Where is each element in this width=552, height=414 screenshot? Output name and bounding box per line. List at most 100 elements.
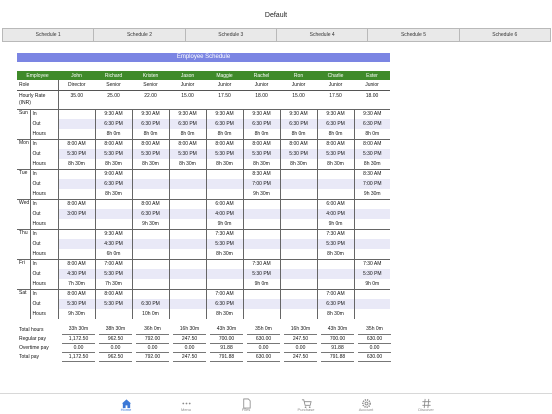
time-cell	[168, 198, 207, 209]
nav-home[interactable]: Home	[96, 394, 156, 414]
day-label: Wed	[17, 198, 31, 229]
tab-schedule-6[interactable]: Schedule 6	[460, 29, 550, 41]
time-cell: 5:30 PM	[316, 149, 355, 159]
time-cell	[168, 288, 207, 299]
day-label: Sun	[17, 108, 31, 139]
row-label: Hours	[32, 311, 46, 317]
time-cell	[279, 168, 318, 179]
title-bar: Default	[0, 0, 552, 28]
schedule-row: Mon In 8:00 AM 8:00 AM 8:00 AM 8:00 AM 8:00 AM…	[17, 138, 391, 169]
time-cell: 8h 30m	[242, 159, 281, 169]
time-cell: 9:30 AM	[353, 108, 391, 119]
rate-label: Hourly Rate (INR)	[17, 90, 59, 109]
tab-schedule-2[interactable]: Schedule 2	[94, 29, 186, 41]
employee-role: Senior	[95, 80, 133, 91]
tab-schedule-5[interactable]: Schedule 5	[368, 29, 460, 41]
time-cell: 8:00 AM	[131, 198, 170, 209]
time-cell	[279, 239, 318, 249]
tab-schedule-3[interactable]: Schedule 3	[186, 29, 277, 41]
time-cell	[131, 179, 170, 189]
employee-role: Director	[58, 80, 96, 91]
time-cell	[242, 309, 281, 319]
time-cell: 10h 0m	[131, 309, 170, 319]
time-cell	[353, 209, 391, 219]
time-cell	[242, 299, 281, 309]
time-cell	[57, 228, 96, 239]
time-cell: 8h 0m	[205, 129, 244, 139]
totals-value: 0.00	[136, 343, 169, 353]
time-cell: 5:30 PM	[205, 149, 244, 159]
time-cell	[316, 279, 355, 289]
time-cell: 6:30 PM	[131, 209, 170, 219]
time-cell	[57, 179, 96, 189]
time-cell: 7:00 PM	[242, 179, 281, 189]
time-cell: 9:30 AM	[168, 108, 207, 119]
time-cell: 9h 0m	[242, 279, 281, 289]
time-cell: 9:30 AM	[205, 108, 244, 119]
employee-rate: 35.00	[70, 92, 84, 99]
time-cell: 6:30 PM	[94, 179, 133, 189]
employee-role: Junior	[354, 80, 391, 91]
time-cell	[131, 279, 170, 289]
time-cell: 8h 30m	[94, 159, 133, 169]
time-cell	[279, 258, 318, 269]
time-cell	[353, 309, 391, 319]
time-cell: 6:00 AM	[205, 198, 244, 209]
time-cell: 8:00 AM	[57, 138, 96, 149]
time-cell: 9:30 AM	[242, 108, 281, 119]
schedule-row: Hours 7h 30m 7h 30m 9h 0m 9h 0m	[17, 279, 391, 289]
totals-label: Total pay	[19, 353, 40, 360]
time-cell: 6:30 PM	[168, 119, 207, 129]
totals-value: 630.00	[247, 352, 280, 362]
nav-purchase-label: Purchase	[297, 407, 315, 412]
sheet-banner: Employee Schedule	[17, 53, 390, 62]
nav-purchase[interactable]: Purchase	[276, 394, 336, 414]
time-cell	[316, 168, 355, 179]
rate-row: Hourly Rate (INR) 35.00 25.00 22.00 15.00 17.…	[17, 90, 390, 109]
row-label: In	[30, 228, 59, 239]
time-cell: 8:00 AM	[57, 198, 96, 209]
time-cell	[131, 189, 170, 199]
schedule-row: Tue In 9:00 AM 8:30 AM 8:30 AM	[17, 168, 391, 199]
time-cell: 4:00 PM	[316, 209, 355, 219]
time-cell: 8h 30m	[168, 159, 207, 169]
totals-value: 630.00	[247, 334, 280, 344]
time-cell: 8h 0m	[168, 129, 207, 139]
totals-value: 35h 0m	[247, 325, 280, 335]
cart-icon	[276, 396, 336, 408]
time-cell	[242, 198, 281, 209]
tab-schedule-4[interactable]: Schedule 4	[277, 29, 369, 41]
time-cell	[94, 198, 133, 209]
hash-icon	[396, 396, 456, 409]
employee-role: Junior	[317, 80, 355, 91]
totals-label: Total hours	[19, 326, 44, 333]
time-cell	[168, 299, 207, 309]
nav-home-label: Home	[120, 407, 132, 412]
time-cell	[57, 129, 96, 139]
nav-menu-label: Menu	[180, 407, 191, 412]
time-cell: 5:30 PM	[316, 239, 355, 249]
nav-files[interactable]: Files	[216, 394, 276, 414]
totals-row: Regular pay 1,172.50 962.50 792.00 247.50 700…	[17, 334, 395, 344]
employee-name: Ester	[354, 71, 391, 80]
totals-value: 16h 30m	[284, 325, 317, 335]
schedule-row: Thu In 9:30 AM 7:30 AM 7:30 AM	[17, 228, 391, 259]
row-label: Out	[32, 241, 41, 247]
time-cell: 5:30 PM	[94, 149, 133, 159]
employee-role: Junior	[169, 80, 207, 91]
nav-menu[interactable]: Menu	[156, 394, 216, 414]
schedule-row: Sun In 9:30 AM 9:30 AM 9:30 AM 9:30 AM 9:30 AM…	[17, 108, 391, 139]
row-label: Out	[32, 301, 41, 307]
tab-schedule-1[interactable]: Schedule 1	[3, 29, 95, 41]
time-cell: 8:00 AM	[279, 138, 318, 149]
schedule-row: Hours 6h 0m 8h 30m 8h 30m	[17, 249, 391, 259]
row-label: In	[30, 138, 59, 149]
spacer	[391, 325, 395, 334]
time-cell: 8h 30m	[57, 159, 96, 169]
time-cell	[353, 249, 391, 259]
totals-value: 1,172.50	[62, 334, 95, 344]
time-cell: 7h 30m	[57, 279, 96, 289]
nav-account[interactable]: Account	[336, 394, 396, 414]
time-cell	[94, 309, 133, 319]
nav-discover[interactable]: Discover	[396, 394, 456, 414]
